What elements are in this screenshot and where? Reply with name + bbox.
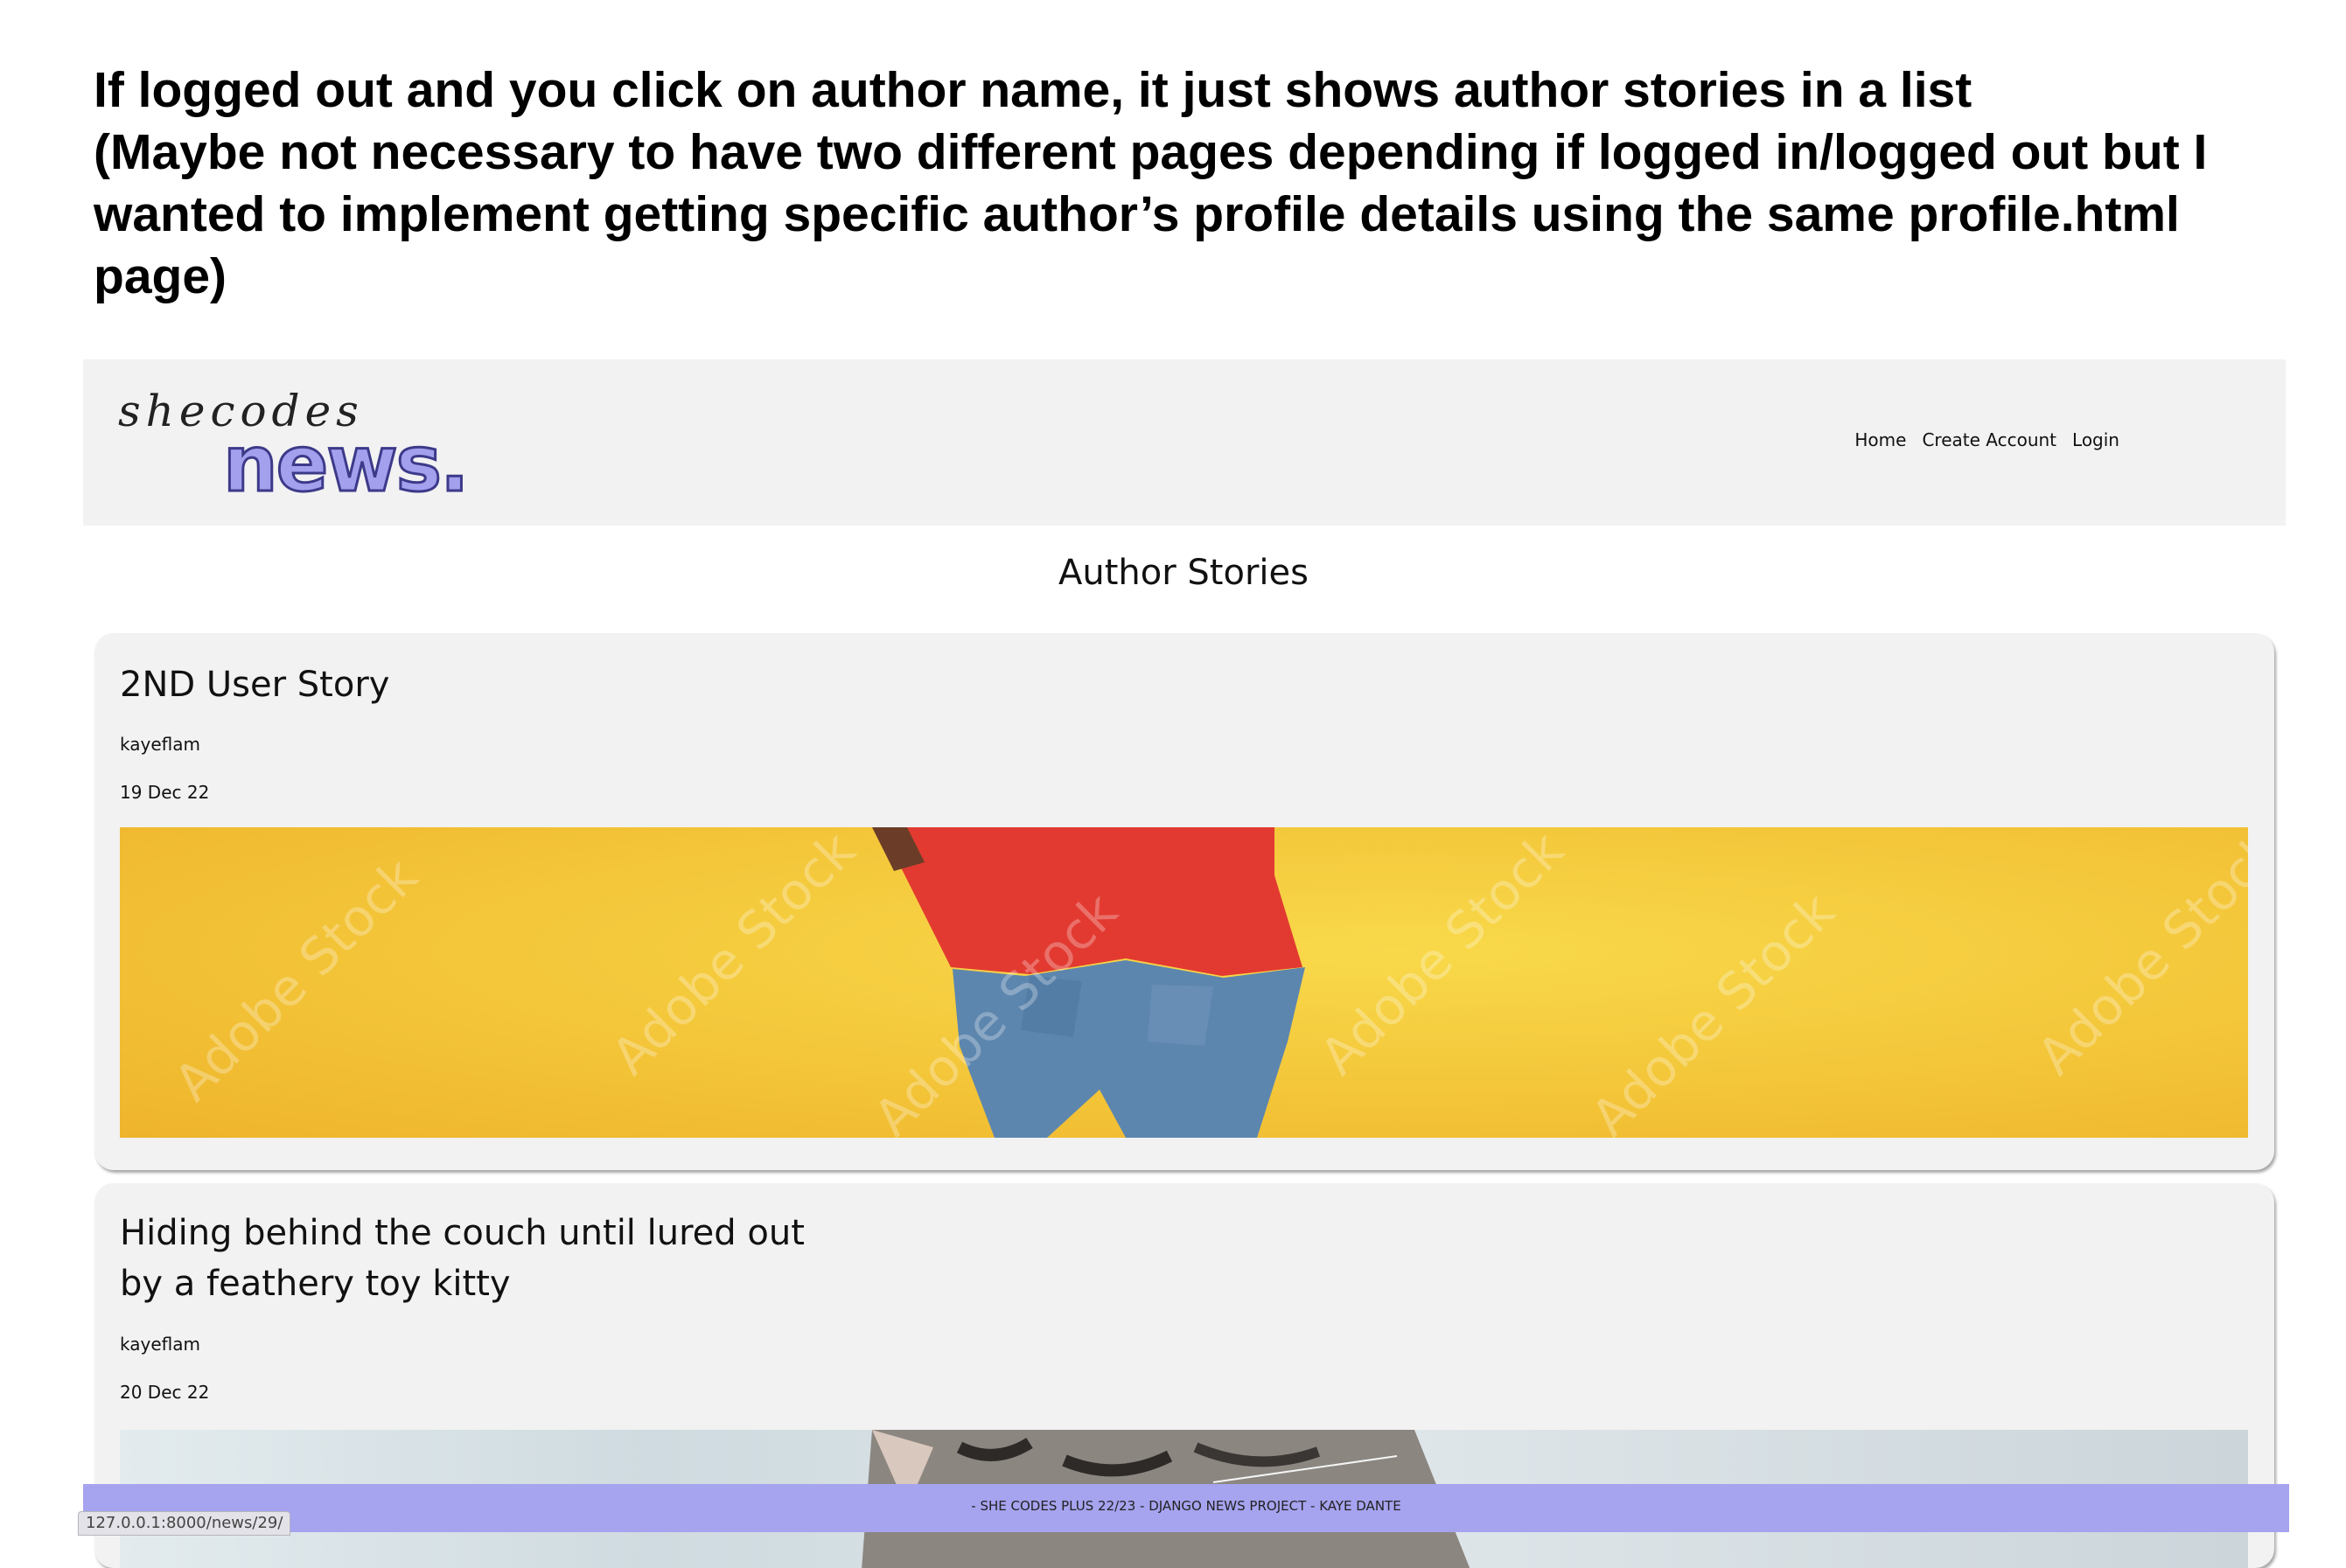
story-title[interactable]: Hiding behind the couch until lured out …	[120, 1208, 805, 1309]
nav-create-account-link[interactable]: Create Account	[1922, 429, 2056, 450]
annotation-line: If logged out and you click on author na…	[94, 62, 1972, 118]
story-image-figure	[872, 827, 1305, 1138]
main-nav: Home Create Account Login	[1854, 429, 2119, 450]
story-card[interactable]: 2ND User Story kayeflam 19 Dec 22 Adobe …	[94, 633, 2274, 1170]
annotation-line: page)	[94, 248, 227, 304]
story-author[interactable]: kayeflam	[120, 1334, 200, 1355]
browser-status-url: 127.0.0.1:8000/news/29/	[78, 1511, 291, 1536]
annotation-line: wanted to implement getting specific aut…	[94, 186, 2180, 242]
story-image[interactable]: Adobe Stock Adobe Stock Adobe Stock Adob…	[120, 827, 2248, 1138]
logo-word-text: news.	[221, 418, 470, 511]
story-author[interactable]: kayeflam	[120, 734, 200, 755]
story-date: 20 Dec 22	[120, 1382, 210, 1403]
site-header: shecodes news. Home Create Account Login	[83, 359, 2286, 526]
nav-home-link[interactable]: Home	[1854, 429, 1906, 450]
page-title: Author Stories	[1058, 553, 1309, 593]
annotation-text: If logged out and you click on author na…	[94, 59, 2280, 308]
nav-login-link[interactable]: Login	[2072, 429, 2119, 450]
site-logo[interactable]: shecodes news.	[118, 386, 471, 511]
site-footer: - SHE CODES PLUS 22/23 - DJANGO NEWS PRO…	[83, 1484, 2289, 1532]
annotation-line: (Maybe not necessary to have two differe…	[94, 124, 2208, 180]
story-title[interactable]: 2ND User Story	[120, 659, 389, 710]
footer-text: - SHE CODES PLUS 22/23 - DJANGO NEWS PRO…	[971, 1498, 1401, 1514]
story-date: 19 Dec 22	[120, 782, 210, 803]
